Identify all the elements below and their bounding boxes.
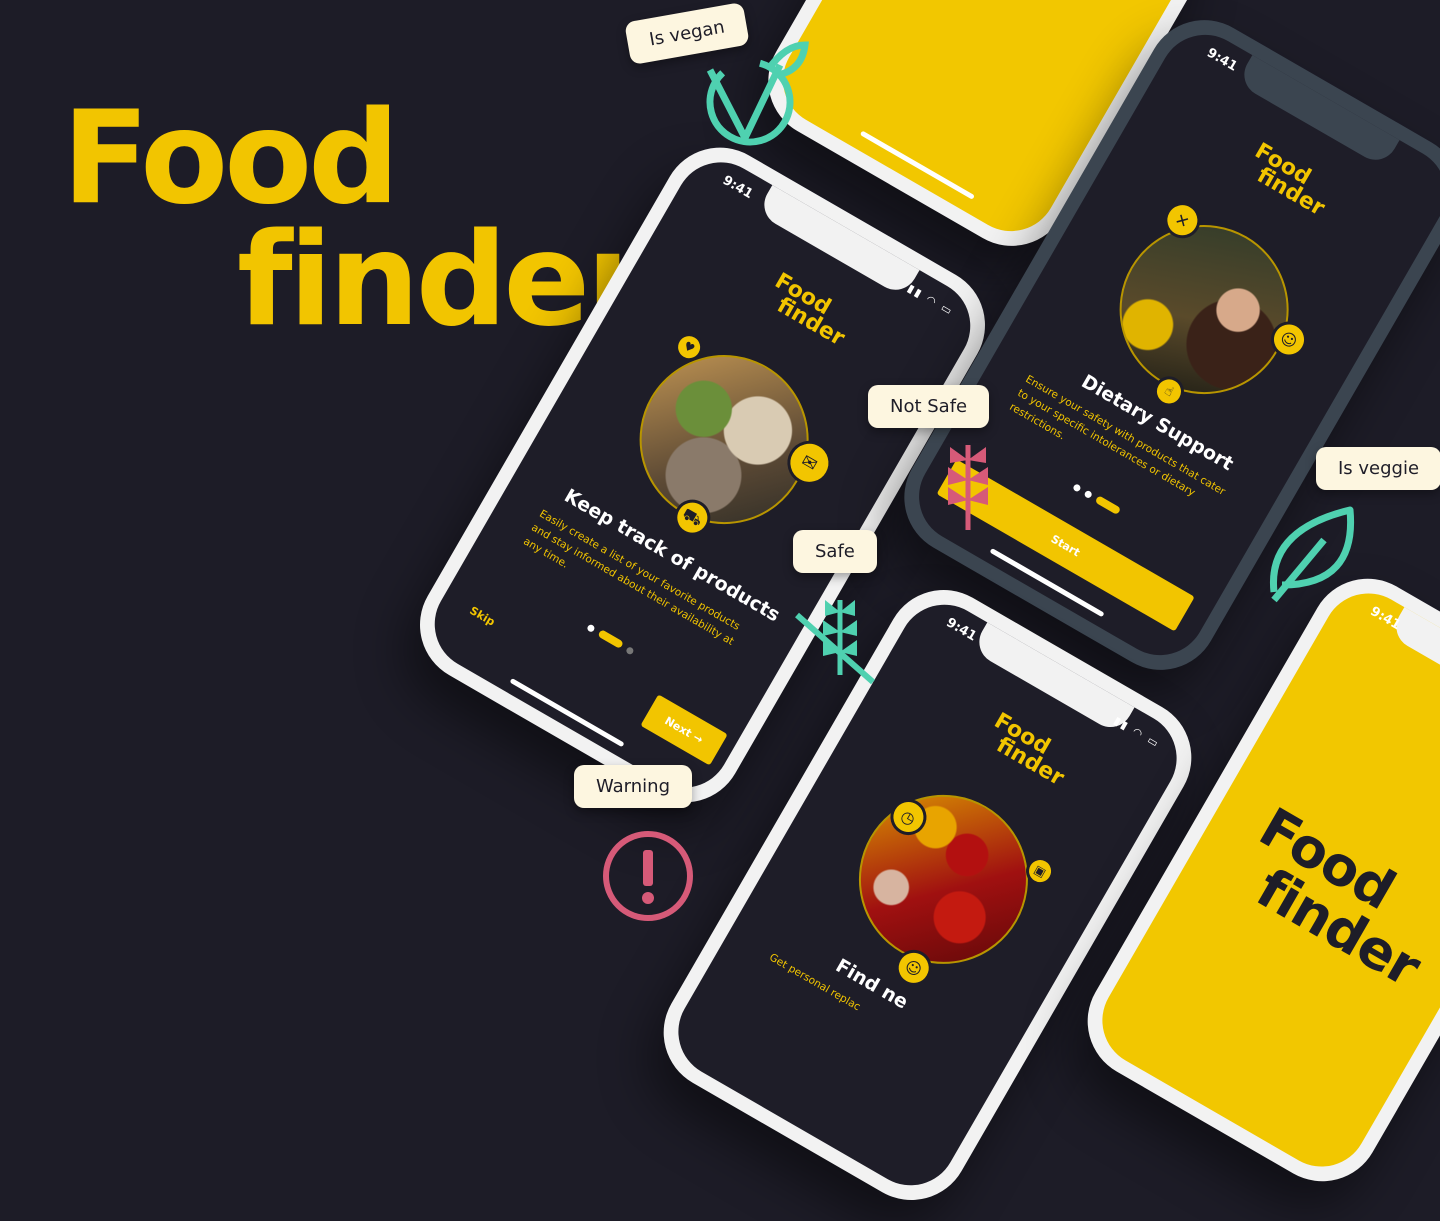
tag-safe: Safe <box>793 530 877 573</box>
app-logo: Food finder <box>761 269 857 352</box>
tag-not-safe: Not Safe <box>868 385 990 428</box>
next-button[interactable]: Next → <box>640 694 728 766</box>
tag-warning: Warning <box>574 765 693 808</box>
page-dot <box>625 645 635 656</box>
gluten-free-icon <box>795 600 875 685</box>
status-icons: ▮▮ ◠ ▭ <box>1111 713 1163 751</box>
status-time: 9:41 <box>943 615 980 645</box>
status-time: 9:41 <box>719 172 756 203</box>
page-dot <box>1072 482 1082 493</box>
screen-splash: 9:41 Food finder <box>1085 576 1440 1184</box>
vegan-icon <box>706 41 809 146</box>
onboarding-description: Get personal replac <box>767 951 863 1014</box>
status-time: 9:41 <box>1367 604 1404 634</box>
hero-title-line1: Food <box>62 84 400 233</box>
products-photo <box>608 324 840 555</box>
home-indicator <box>509 677 625 748</box>
page-dot <box>586 623 596 633</box>
leaf-icon <box>1269 506 1355 603</box>
splash-logo: Food finder <box>1224 795 1440 999</box>
status-time: 9:41 <box>1204 45 1240 75</box>
page-dot-active <box>1094 495 1122 516</box>
page-dot <box>1083 489 1094 499</box>
wheat-icon <box>948 445 988 530</box>
page-indicator <box>1072 482 1122 516</box>
tag-is-veggie: Is veggie <box>1316 447 1440 490</box>
app-logo: Food finder <box>981 708 1077 791</box>
app-logo: Food finder <box>1241 139 1337 222</box>
page-indicator <box>586 623 635 656</box>
skip-link[interactable]: Skip <box>467 604 497 629</box>
page-dot-active <box>597 629 624 650</box>
warning-icon <box>603 831 693 921</box>
status-icons: ▮▮ ◠ ▭ <box>905 281 956 319</box>
home-indicator <box>859 130 975 200</box>
peppers-photo <box>828 763 1059 995</box>
